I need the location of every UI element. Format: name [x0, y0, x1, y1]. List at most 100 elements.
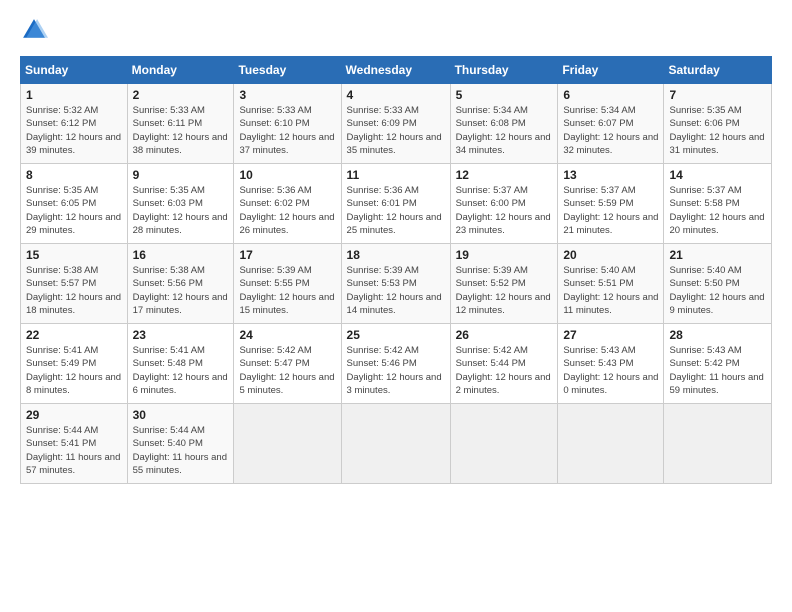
- day-detail: Sunrise: 5:43 AMSunset: 5:43 PMDaylight:…: [563, 345, 658, 396]
- calendar-cell: 22 Sunrise: 5:41 AMSunset: 5:49 PMDaylig…: [21, 324, 128, 404]
- col-header-monday: Monday: [127, 57, 234, 84]
- day-detail: Sunrise: 5:35 AMSunset: 6:03 PMDaylight:…: [133, 185, 228, 236]
- calendar-cell: 1 Sunrise: 5:32 AMSunset: 6:12 PMDayligh…: [21, 84, 128, 164]
- day-number: 3: [239, 88, 335, 102]
- calendar-cell: 4 Sunrise: 5:33 AMSunset: 6:09 PMDayligh…: [341, 84, 450, 164]
- page: SundayMondayTuesdayWednesdayThursdayFrid…: [0, 0, 792, 494]
- calendar-cell: 6 Sunrise: 5:34 AMSunset: 6:07 PMDayligh…: [558, 84, 664, 164]
- day-number: 27: [563, 328, 658, 342]
- day-number: 9: [133, 168, 229, 182]
- week-row-4: 22 Sunrise: 5:41 AMSunset: 5:49 PMDaylig…: [21, 324, 772, 404]
- day-detail: Sunrise: 5:38 AMSunset: 5:57 PMDaylight:…: [26, 265, 121, 316]
- calendar-cell: 11 Sunrise: 5:36 AMSunset: 6:01 PMDaylig…: [341, 164, 450, 244]
- day-number: 10: [239, 168, 335, 182]
- day-detail: Sunrise: 5:39 AMSunset: 5:52 PMDaylight:…: [456, 265, 551, 316]
- day-number: 13: [563, 168, 658, 182]
- col-header-sunday: Sunday: [21, 57, 128, 84]
- day-detail: Sunrise: 5:37 AMSunset: 5:59 PMDaylight:…: [563, 185, 658, 236]
- calendar-cell: [234, 404, 341, 484]
- day-number: 26: [456, 328, 553, 342]
- calendar-cell: 9 Sunrise: 5:35 AMSunset: 6:03 PMDayligh…: [127, 164, 234, 244]
- day-detail: Sunrise: 5:42 AMSunset: 5:47 PMDaylight:…: [239, 345, 334, 396]
- calendar-cell: 25 Sunrise: 5:42 AMSunset: 5:46 PMDaylig…: [341, 324, 450, 404]
- logo-icon: [20, 16, 48, 44]
- day-number: 22: [26, 328, 122, 342]
- week-row-5: 29 Sunrise: 5:44 AMSunset: 5:41 PMDaylig…: [21, 404, 772, 484]
- day-detail: Sunrise: 5:37 AMSunset: 5:58 PMDaylight:…: [669, 185, 764, 236]
- day-number: 25: [347, 328, 445, 342]
- day-number: 4: [347, 88, 445, 102]
- day-number: 12: [456, 168, 553, 182]
- calendar-cell: 13 Sunrise: 5:37 AMSunset: 5:59 PMDaylig…: [558, 164, 664, 244]
- day-number: 24: [239, 328, 335, 342]
- calendar-cell: 30 Sunrise: 5:44 AMSunset: 5:40 PMDaylig…: [127, 404, 234, 484]
- col-header-tuesday: Tuesday: [234, 57, 341, 84]
- col-header-thursday: Thursday: [450, 57, 558, 84]
- day-number: 2: [133, 88, 229, 102]
- day-detail: Sunrise: 5:38 AMSunset: 5:56 PMDaylight:…: [133, 265, 228, 316]
- day-number: 18: [347, 248, 445, 262]
- day-detail: Sunrise: 5:35 AMSunset: 6:05 PMDaylight:…: [26, 185, 121, 236]
- calendar-cell: [341, 404, 450, 484]
- day-number: 15: [26, 248, 122, 262]
- day-detail: Sunrise: 5:41 AMSunset: 5:48 PMDaylight:…: [133, 345, 228, 396]
- week-row-3: 15 Sunrise: 5:38 AMSunset: 5:57 PMDaylig…: [21, 244, 772, 324]
- calendar-cell: 12 Sunrise: 5:37 AMSunset: 6:00 PMDaylig…: [450, 164, 558, 244]
- calendar-table: SundayMondayTuesdayWednesdayThursdayFrid…: [20, 56, 772, 484]
- week-row-1: 1 Sunrise: 5:32 AMSunset: 6:12 PMDayligh…: [21, 84, 772, 164]
- day-detail: Sunrise: 5:37 AMSunset: 6:00 PMDaylight:…: [456, 185, 551, 236]
- day-detail: Sunrise: 5:44 AMSunset: 5:41 PMDaylight:…: [26, 425, 120, 476]
- day-number: 20: [563, 248, 658, 262]
- day-number: 28: [669, 328, 766, 342]
- day-number: 16: [133, 248, 229, 262]
- col-header-wednesday: Wednesday: [341, 57, 450, 84]
- week-row-2: 8 Sunrise: 5:35 AMSunset: 6:05 PMDayligh…: [21, 164, 772, 244]
- day-detail: Sunrise: 5:36 AMSunset: 6:02 PMDaylight:…: [239, 185, 334, 236]
- calendar-cell: [664, 404, 772, 484]
- day-detail: Sunrise: 5:33 AMSunset: 6:11 PMDaylight:…: [133, 105, 228, 156]
- calendar-cell: 8 Sunrise: 5:35 AMSunset: 6:05 PMDayligh…: [21, 164, 128, 244]
- day-number: 8: [26, 168, 122, 182]
- calendar-cell: 24 Sunrise: 5:42 AMSunset: 5:47 PMDaylig…: [234, 324, 341, 404]
- calendar-cell: 29 Sunrise: 5:44 AMSunset: 5:41 PMDaylig…: [21, 404, 128, 484]
- day-number: 5: [456, 88, 553, 102]
- calendar-cell: 3 Sunrise: 5:33 AMSunset: 6:10 PMDayligh…: [234, 84, 341, 164]
- day-detail: Sunrise: 5:35 AMSunset: 6:06 PMDaylight:…: [669, 105, 764, 156]
- day-detail: Sunrise: 5:40 AMSunset: 5:50 PMDaylight:…: [669, 265, 764, 316]
- calendar-cell: 23 Sunrise: 5:41 AMSunset: 5:48 PMDaylig…: [127, 324, 234, 404]
- calendar-cell: [450, 404, 558, 484]
- calendar-cell: 20 Sunrise: 5:40 AMSunset: 5:51 PMDaylig…: [558, 244, 664, 324]
- day-number: 23: [133, 328, 229, 342]
- day-number: 29: [26, 408, 122, 422]
- day-number: 14: [669, 168, 766, 182]
- header: [20, 16, 772, 44]
- day-number: 7: [669, 88, 766, 102]
- col-header-saturday: Saturday: [664, 57, 772, 84]
- calendar-cell: 10 Sunrise: 5:36 AMSunset: 6:02 PMDaylig…: [234, 164, 341, 244]
- calendar-cell: 18 Sunrise: 5:39 AMSunset: 5:53 PMDaylig…: [341, 244, 450, 324]
- day-detail: Sunrise: 5:34 AMSunset: 6:08 PMDaylight:…: [456, 105, 551, 156]
- calendar-cell: 17 Sunrise: 5:39 AMSunset: 5:55 PMDaylig…: [234, 244, 341, 324]
- calendar-cell: 5 Sunrise: 5:34 AMSunset: 6:08 PMDayligh…: [450, 84, 558, 164]
- calendar-cell: 2 Sunrise: 5:33 AMSunset: 6:11 PMDayligh…: [127, 84, 234, 164]
- day-detail: Sunrise: 5:34 AMSunset: 6:07 PMDaylight:…: [563, 105, 658, 156]
- calendar-cell: 21 Sunrise: 5:40 AMSunset: 5:50 PMDaylig…: [664, 244, 772, 324]
- day-number: 6: [563, 88, 658, 102]
- calendar-cell: 7 Sunrise: 5:35 AMSunset: 6:06 PMDayligh…: [664, 84, 772, 164]
- day-number: 19: [456, 248, 553, 262]
- calendar-cell: 27 Sunrise: 5:43 AMSunset: 5:43 PMDaylig…: [558, 324, 664, 404]
- calendar-cell: 15 Sunrise: 5:38 AMSunset: 5:57 PMDaylig…: [21, 244, 128, 324]
- day-detail: Sunrise: 5:44 AMSunset: 5:40 PMDaylight:…: [133, 425, 227, 476]
- header-row: SundayMondayTuesdayWednesdayThursdayFrid…: [21, 57, 772, 84]
- day-number: 17: [239, 248, 335, 262]
- day-number: 21: [669, 248, 766, 262]
- day-number: 11: [347, 168, 445, 182]
- day-detail: Sunrise: 5:32 AMSunset: 6:12 PMDaylight:…: [26, 105, 121, 156]
- day-detail: Sunrise: 5:39 AMSunset: 5:53 PMDaylight:…: [347, 265, 442, 316]
- calendar-cell: [558, 404, 664, 484]
- calendar-cell: 28 Sunrise: 5:43 AMSunset: 5:42 PMDaylig…: [664, 324, 772, 404]
- day-detail: Sunrise: 5:39 AMSunset: 5:55 PMDaylight:…: [239, 265, 334, 316]
- calendar-cell: 26 Sunrise: 5:42 AMSunset: 5:44 PMDaylig…: [450, 324, 558, 404]
- day-detail: Sunrise: 5:40 AMSunset: 5:51 PMDaylight:…: [563, 265, 658, 316]
- day-detail: Sunrise: 5:33 AMSunset: 6:10 PMDaylight:…: [239, 105, 334, 156]
